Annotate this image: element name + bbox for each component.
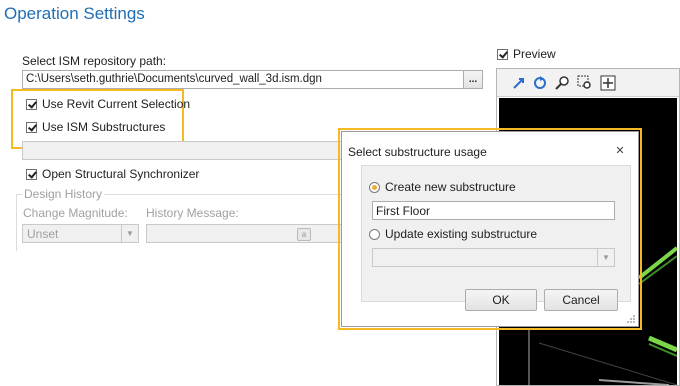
repository-path-input[interactable]: C:\Users\seth.guthrie\Documents\curved_w… xyxy=(22,70,464,89)
zoom-window-icon[interactable] xyxy=(577,75,593,91)
chevron-down-icon: ▼ xyxy=(121,225,138,242)
zoom-icon[interactable] xyxy=(555,75,571,91)
history-message-input[interactable]: a xyxy=(146,224,342,243)
substructure-dropdown[interactable] xyxy=(22,141,352,160)
pan-icon[interactable] xyxy=(600,75,616,91)
preview-toolbar xyxy=(497,69,679,97)
chevron-down-icon: ▼ xyxy=(597,249,614,266)
preview-option[interactable]: Preview xyxy=(497,47,556,61)
update-existing-radio[interactable] xyxy=(369,228,380,240)
dialog-title: Select substructure usage xyxy=(348,145,487,159)
cancel-button[interactable]: Cancel xyxy=(544,289,618,311)
use-revit-selection-option[interactable]: Use Revit Current Selection xyxy=(26,97,190,111)
update-existing-label: Update existing substructure xyxy=(385,227,538,241)
update-existing-option[interactable]: Update existing substructure xyxy=(369,227,537,241)
use-ism-substructures-option[interactable]: Use ISM Substructures xyxy=(26,120,165,134)
page-title: Operation Settings xyxy=(4,4,145,23)
preview-label: Preview xyxy=(513,47,556,61)
change-magnitude-value: Unset xyxy=(27,227,59,241)
create-new-label: Create new substructure xyxy=(385,180,516,194)
design-history-label: Design History xyxy=(22,187,105,201)
open-structural-sync-label: Open Structural Synchronizer xyxy=(42,167,200,181)
open-structural-sync-checkbox[interactable] xyxy=(26,168,37,180)
fit-view-icon[interactable] xyxy=(511,75,527,91)
dialog-body: Create new substructure First Floor Upda… xyxy=(361,165,631,311)
create-new-radio[interactable] xyxy=(369,181,380,193)
open-structural-sync-option[interactable]: Open Structural Synchronizer xyxy=(26,167,199,181)
use-ism-substructures-checkbox[interactable] xyxy=(26,121,37,133)
create-new-option[interactable]: Create new substructure xyxy=(369,180,516,194)
change-magnitude-label: Change Magnitude: xyxy=(23,206,128,220)
existing-substructure-dropdown[interactable]: ▼ xyxy=(372,248,615,267)
repository-path-label: Select ISM repository path: xyxy=(22,54,167,68)
use-revit-selection-checkbox[interactable] xyxy=(26,98,37,110)
close-icon[interactable]: ✕ xyxy=(613,144,627,158)
history-message-label: History Message: xyxy=(146,206,239,220)
use-revit-selection-label: Use Revit Current Selection xyxy=(42,97,191,111)
substructure-name-input[interactable]: First Floor xyxy=(372,201,615,220)
substructure-dialog: Select substructure usage ✕ Create new s… xyxy=(341,131,639,327)
change-magnitude-dropdown[interactable]: Unset ▼ xyxy=(22,224,139,243)
resize-grip-icon[interactable] xyxy=(626,314,636,324)
preview-checkbox[interactable] xyxy=(497,48,508,60)
rotate-view-icon[interactable] xyxy=(532,75,548,91)
text-edit-icon[interactable]: a xyxy=(297,228,311,241)
browse-button[interactable]: ... xyxy=(463,70,483,89)
ok-button[interactable]: OK xyxy=(465,289,537,311)
use-ism-substructures-label: Use ISM Substructures xyxy=(42,120,166,134)
